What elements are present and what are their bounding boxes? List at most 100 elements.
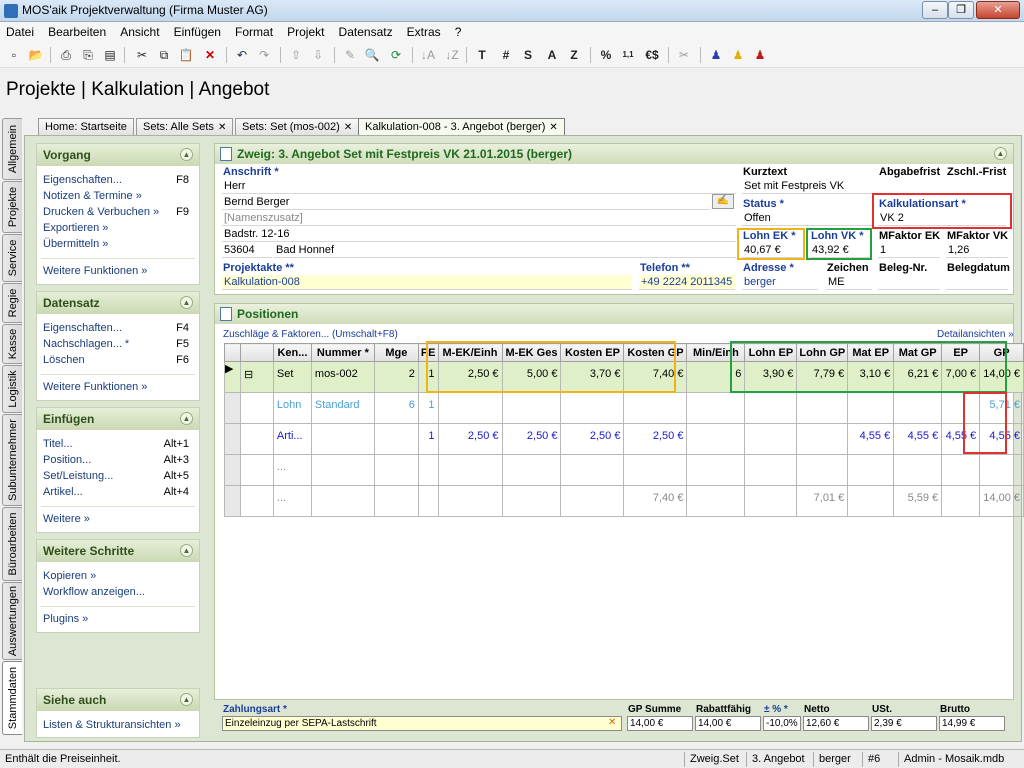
collapse-icon[interactable]: ▲ (180, 544, 193, 557)
refresh-icon[interactable]: ⟳ (386, 45, 406, 65)
copy-icon[interactable]: ⧉ (154, 45, 174, 65)
cell[interactable] (686, 485, 746, 517)
field-rabattfaehig[interactable]: 14,00 € (695, 716, 761, 731)
collapse-icon[interactable]: ▲ (180, 148, 193, 161)
print-preview-icon[interactable]: ⎘ (78, 45, 98, 65)
cell[interactable] (893, 454, 943, 486)
tab-kalkulation[interactable]: Kalkulation-008 - 3. Angebot (berger) ✕ (358, 118, 565, 135)
field-ort[interactable]: Bad Honnef (274, 243, 736, 258)
cell[interactable] (686, 454, 746, 486)
link-detailansichten[interactable]: Detailansichten » (937, 329, 1014, 340)
field-plz[interactable]: 53604 (222, 243, 272, 258)
move-up-icon[interactable]: ⇧ (286, 45, 306, 65)
percent-icon[interactable]: % (596, 45, 616, 65)
menu-einfuegen[interactable]: Einfügen (168, 22, 226, 39)
row-selector[interactable] (224, 423, 241, 455)
vtab-auswertungen[interactable]: Auswertungen (2, 582, 22, 660)
menu-datei[interactable]: Datei (0, 22, 39, 39)
cell[interactable]: mos-002 (310, 361, 375, 393)
cell[interactable] (501, 392, 562, 424)
collapse-icon[interactable]: ▲ (994, 147, 1007, 160)
link-weitere[interactable]: Weitere » (37, 511, 199, 527)
link-listen[interactable]: Listen & Strukturansichten » (37, 717, 199, 733)
cell[interactable] (437, 454, 503, 486)
link-uebermitteln[interactable]: Übermitteln » (37, 236, 199, 252)
cell[interactable] (417, 454, 439, 486)
table-row[interactable]: Arti... 1 2,50 € 2,50 € 2,50 € 2,50 € 4,… (224, 423, 1024, 455)
cell[interactable]: 5,59 € (893, 485, 943, 517)
cell[interactable] (796, 454, 849, 486)
field-projektakte[interactable]: Kalkulation-008 (222, 275, 632, 290)
signature-icon[interactable]: ✍ (712, 194, 734, 209)
vtab-kasse[interactable]: Kasse (2, 324, 22, 364)
cut-icon[interactable]: ✂ (132, 45, 152, 65)
field-zahlungsart[interactable]: Einzeleinzug per SEPA-Lastschrift (222, 716, 622, 731)
cell[interactable] (239, 392, 274, 424)
cell[interactable] (239, 485, 274, 517)
cell[interactable] (501, 454, 562, 486)
cell[interactable]: 2,50 € (623, 423, 688, 455)
cell[interactable] (893, 392, 943, 424)
redo-icon[interactable]: ↷ (254, 45, 274, 65)
vtab-subunternehmer[interactable]: Subunternehmer (2, 414, 22, 506)
cell[interactable] (847, 392, 895, 424)
field-belegdatum[interactable] (946, 275, 1008, 290)
cell[interactable]: 2,50 € (437, 423, 503, 455)
cell[interactable]: Standard (310, 392, 375, 424)
open-icon[interactable]: 📂 (26, 45, 46, 65)
a-format-icon[interactable]: A (542, 45, 562, 65)
cell[interactable] (437, 485, 503, 517)
delete-icon[interactable]: ✕ (200, 45, 220, 65)
field-namenszusatz[interactable]: [Namenszusatz] (222, 211, 736, 226)
cell[interactable] (686, 423, 746, 455)
field-gp-summe[interactable]: 14,00 € (627, 716, 693, 731)
col-header-nummer[interactable]: Nummer * (310, 343, 375, 362)
cell[interactable] (437, 392, 503, 424)
cell[interactable]: 2 (373, 361, 419, 393)
cell[interactable] (941, 454, 981, 486)
link-eigenschaften[interactable]: Eigenschaften... F4 (37, 320, 199, 336)
menu-projekt[interactable]: Projekt (281, 22, 329, 39)
menu-datensatz[interactable]: Datensatz (333, 22, 398, 39)
vtab-bueroarbeiten[interactable]: Büroarbeiten (2, 507, 22, 581)
maximize-button[interactable]: ❐ (948, 1, 974, 19)
link-kopieren[interactable]: Kopieren » (37, 568, 199, 584)
z-format-icon[interactable]: Z (564, 45, 584, 65)
field-name[interactable]: Bernd Berger (222, 195, 710, 210)
cell[interactable]: 1 (417, 392, 439, 424)
field-ust[interactable]: 2,39 € (871, 716, 937, 731)
cell[interactable]: 6 (373, 392, 419, 424)
row-selector[interactable] (224, 485, 241, 517)
collapse-icon[interactable]: ▲ (180, 296, 193, 309)
sort-desc-icon[interactable]: ↓Z (442, 45, 462, 65)
text-format-icon[interactable]: T (472, 45, 492, 65)
cell[interactable] (623, 454, 688, 486)
collapse-icon[interactable]: ▲ (180, 693, 193, 706)
cell[interactable]: 1 (417, 423, 439, 455)
clear-icon[interactable]: ✕ (608, 717, 616, 728)
vtab-regie[interactable]: Regie (2, 283, 22, 323)
cell[interactable] (744, 454, 798, 486)
decimal-icon[interactable]: 1,1 (618, 45, 638, 65)
link-drucken[interactable]: Drucken & Verbuchen » F9 (37, 204, 199, 220)
print-icon[interactable]: ⎙ (56, 45, 76, 65)
paste-icon[interactable]: 📋 (176, 45, 196, 65)
link-exportieren[interactable]: Exportieren » (37, 220, 199, 236)
cell[interactable] (501, 485, 562, 517)
link-position[interactable]: Position... Alt+3 (37, 452, 199, 468)
cell[interactable]: 14,00 € (979, 485, 1024, 517)
row-selector[interactable] (224, 454, 241, 486)
row-selector-icon[interactable]: ▶ (224, 361, 241, 393)
cell[interactable]: Set (272, 361, 312, 393)
field-mfaktor-vk[interactable]: 1,26 (946, 243, 1008, 258)
close-button[interactable]: ✕ (976, 1, 1020, 19)
cell[interactable] (373, 485, 419, 517)
cell[interactable] (623, 392, 688, 424)
cell[interactable] (373, 454, 419, 486)
close-tab-icon[interactable]: ✕ (218, 122, 226, 133)
cell[interactable] (417, 485, 439, 517)
user-red-icon[interactable]: ♟ (750, 45, 770, 65)
cell[interactable] (373, 423, 419, 455)
s-format-icon[interactable]: S (518, 45, 538, 65)
vtab-allgemein[interactable]: Allgemein (2, 118, 22, 180)
